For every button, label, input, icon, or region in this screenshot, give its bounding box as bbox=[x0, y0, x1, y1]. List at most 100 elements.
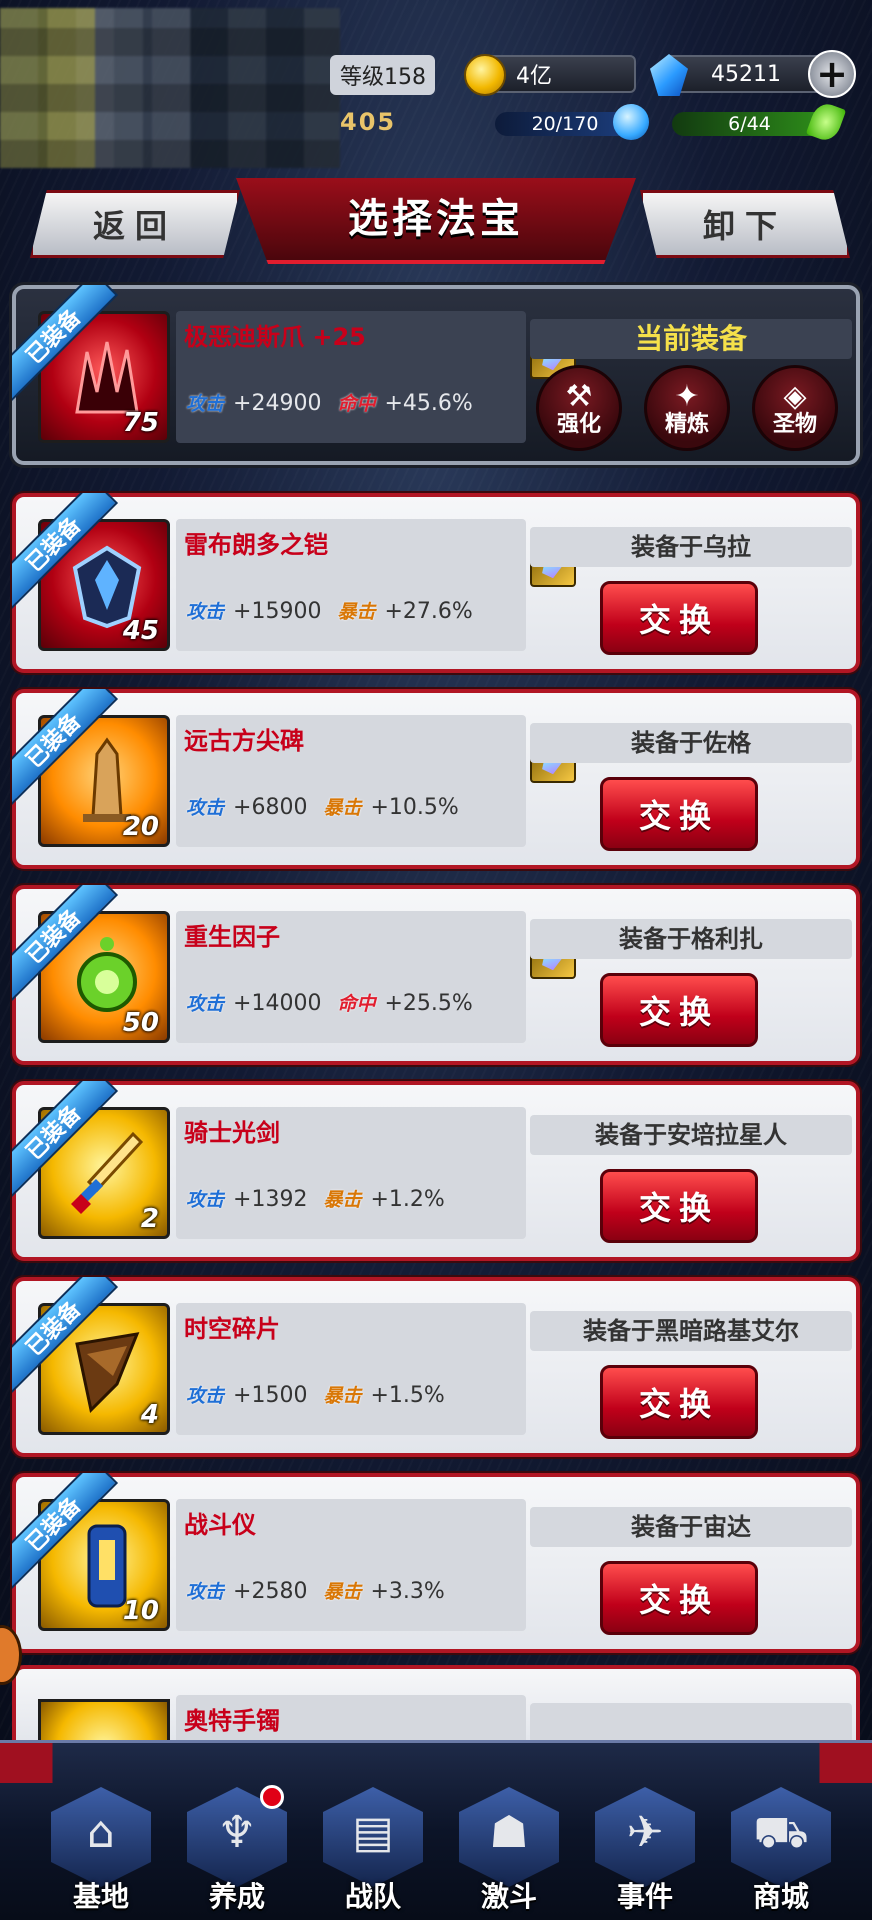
item-card: 50 已装备 重生因子 攻击 +14000 命中 +25.5% 装备于格利扎 交换 bbox=[12, 885, 860, 1065]
item-icon[interactable]: 2 bbox=[38, 1107, 170, 1239]
item-info: 奥特手镯 bbox=[176, 1695, 526, 1745]
item-name: 战斗仪 bbox=[184, 1511, 256, 1539]
attack-value: +24900 bbox=[233, 391, 322, 416]
base-icon: ⌂ bbox=[87, 1807, 115, 1858]
stamina-orb-icon bbox=[613, 104, 649, 140]
item-name: 极恶迪斯爪 +25 bbox=[184, 323, 366, 351]
player-level: 等级158 bbox=[330, 55, 435, 95]
player-score: 405 bbox=[340, 108, 397, 136]
item-info: 骑士光剑 攻击 +1392 暴击 +1.2% bbox=[176, 1107, 526, 1239]
jet-icon: ✈ bbox=[626, 1807, 664, 1858]
page-header: 选择法宝 返回 卸下 bbox=[0, 168, 872, 268]
refine-button[interactable]: ✦ 精炼 bbox=[644, 365, 730, 451]
item-icon[interactable]: 4 bbox=[38, 1303, 170, 1435]
cart-icon: ⛟ bbox=[753, 1807, 809, 1858]
equipped-to-label: 装备于宙达 bbox=[530, 1507, 852, 1547]
add-diamond-button[interactable]: + bbox=[808, 50, 856, 98]
cards-icon: ▤ bbox=[352, 1807, 394, 1858]
player-avatar[interactable] bbox=[0, 8, 340, 168]
swap-button[interactable]: 交换 bbox=[600, 777, 758, 851]
attack-value: +2580 bbox=[233, 1579, 308, 1604]
equipped-to-label: 装备于安培拉星人 bbox=[530, 1115, 852, 1155]
equipped-to-label: 装备于乌拉 bbox=[530, 527, 852, 567]
item-info: 极恶迪斯爪 +25 攻击 +24900 命中 +45.6% bbox=[176, 311, 576, 443]
item-icon[interactable]: 75 bbox=[38, 311, 170, 443]
current-equip-label: 当前装备 bbox=[530, 319, 852, 359]
item-info: 雷布朗多之铠 攻击 +15900 暴击 +27.6% bbox=[176, 519, 576, 651]
item-level: 2 bbox=[140, 1204, 159, 1234]
crit-value: +1.5% bbox=[370, 1383, 445, 1408]
attack-value: +14000 bbox=[233, 991, 322, 1016]
equipped-to-label: 装备于黑暗路基艾尔 bbox=[530, 1311, 852, 1351]
hit-value: +45.6% bbox=[384, 391, 473, 416]
item-info: 远古方尖碑 攻击 +6800 暴击 +10.5% bbox=[176, 715, 576, 847]
hit-tag: 命中 bbox=[337, 993, 376, 1015]
item-name: 远古方尖碑 bbox=[184, 727, 304, 755]
attack-value: +1392 bbox=[233, 1187, 308, 1212]
enhance-button[interactable]: ⚒ 强化 bbox=[536, 365, 622, 451]
item-level: 10 bbox=[122, 1596, 159, 1626]
item-card: 45 已装备 雷布朗多之铠 攻击 +15900 暴击 +27.6% 装备于乌拉 交… bbox=[12, 493, 860, 673]
tab-team[interactable]: ▤ 战队 bbox=[308, 1783, 438, 1913]
item-info: 时空碎片 攻击 +1500 暴击 +1.5% bbox=[176, 1303, 526, 1435]
attack-value: +1500 bbox=[233, 1383, 308, 1408]
diamond-value: 45211 bbox=[711, 61, 781, 87]
relic-button[interactable]: ◈ 圣物 bbox=[752, 365, 838, 451]
crit-tag: 暴击 bbox=[323, 797, 362, 819]
item-icon[interactable]: 50 bbox=[38, 911, 170, 1043]
tab-shop[interactable]: ⛟ 商城 bbox=[716, 1783, 846, 1913]
item-level: 75 bbox=[122, 408, 159, 438]
item-info: 战斗仪 攻击 +2580 暴击 +3.3% bbox=[176, 1499, 526, 1631]
sword-icon bbox=[71, 1131, 144, 1214]
item-name: 骑士光剑 bbox=[184, 1119, 280, 1147]
swap-button[interactable]: 交换 bbox=[600, 581, 758, 655]
crit-value: +27.6% bbox=[384, 599, 473, 624]
item-icon[interactable]: 45 bbox=[38, 519, 170, 651]
bottom-nav: ⌂ 基地 ♆ 养成 ▤ 战队 ☗ 激斗 ✈ 事件 ⛟ 商城 bbox=[0, 1740, 872, 1920]
gold-coin-icon bbox=[464, 54, 506, 96]
swap-button[interactable]: 交换 bbox=[600, 1169, 758, 1243]
unequip-button[interactable]: 卸下 bbox=[640, 190, 850, 258]
attack-tag: 攻击 bbox=[186, 1189, 225, 1211]
equipped-to-label bbox=[530, 1703, 852, 1743]
page-title: 选择法宝 bbox=[348, 196, 524, 242]
item-level: 50 bbox=[122, 1008, 159, 1038]
attack-value: +15900 bbox=[233, 599, 322, 624]
crit-value: +10.5% bbox=[370, 795, 459, 820]
item-icon[interactable]: 20 bbox=[38, 715, 170, 847]
attack-tag: 攻击 bbox=[186, 993, 225, 1015]
attack-tag: 攻击 bbox=[186, 1385, 225, 1407]
attack-tag: 攻击 bbox=[186, 797, 225, 819]
item-level: 4 bbox=[140, 1400, 159, 1430]
crit-value: +1.2% bbox=[370, 1187, 445, 1212]
tab-base[interactable]: ⌂ 基地 bbox=[36, 1783, 166, 1913]
item-level: 45 bbox=[122, 616, 159, 646]
swap-button[interactable]: 交换 bbox=[600, 1365, 758, 1439]
item-icon[interactable]: 10 bbox=[38, 1499, 170, 1631]
swap-button[interactable]: 交换 bbox=[600, 1561, 758, 1635]
item-card: 20 已装备 远古方尖碑 攻击 +6800 暴击 +10.5% 装备于佐格 交换 bbox=[12, 689, 860, 869]
back-button[interactable]: 返回 bbox=[30, 190, 240, 258]
energy-value: 6/44 bbox=[728, 113, 771, 135]
item-card: 4 已装备 时空碎片 攻击 +1500 暴击 +1.5% 装备于黑暗路基艾尔 交换 bbox=[12, 1277, 860, 1457]
item-info: 重生因子 攻击 +14000 命中 +25.5% bbox=[176, 911, 576, 1043]
crit-tag: 暴击 bbox=[323, 1581, 362, 1603]
crit-tag: 暴击 bbox=[323, 1189, 362, 1211]
attack-tag: 攻击 bbox=[186, 601, 225, 623]
item-card: 10 已装备 战斗仪 攻击 +2580 暴击 +3.3% 装备于宙达 交换 bbox=[12, 1473, 860, 1653]
energy-bar: 6/44 bbox=[672, 99, 847, 145]
crit-tag: 暴击 bbox=[337, 601, 376, 623]
item-name: 雷布朗多之铠 bbox=[184, 531, 328, 559]
stamina-value: 20/170 bbox=[531, 113, 599, 135]
hero-head-icon: ☗ bbox=[489, 1807, 529, 1858]
item-icon[interactable] bbox=[38, 1699, 170, 1745]
swap-button[interactable]: 交换 bbox=[600, 973, 758, 1047]
current-equipment-card: 75 已装备 极恶迪斯爪 +25 攻击 +24900 命中 +45.6% 当前装… bbox=[12, 285, 860, 465]
tab-battle[interactable]: ☗ 激斗 bbox=[444, 1783, 574, 1913]
item-name: 重生因子 bbox=[184, 923, 280, 951]
item-level: 20 bbox=[122, 812, 159, 842]
item-card: 2 已装备 骑士光剑 攻击 +1392 暴击 +1.2% 装备于安培拉星人 交换 bbox=[12, 1081, 860, 1261]
item-card-partial: 奥特手镯 bbox=[12, 1665, 860, 1745]
tab-events[interactable]: ✈ 事件 bbox=[580, 1783, 710, 1913]
crit-value: +3.3% bbox=[370, 1579, 445, 1604]
